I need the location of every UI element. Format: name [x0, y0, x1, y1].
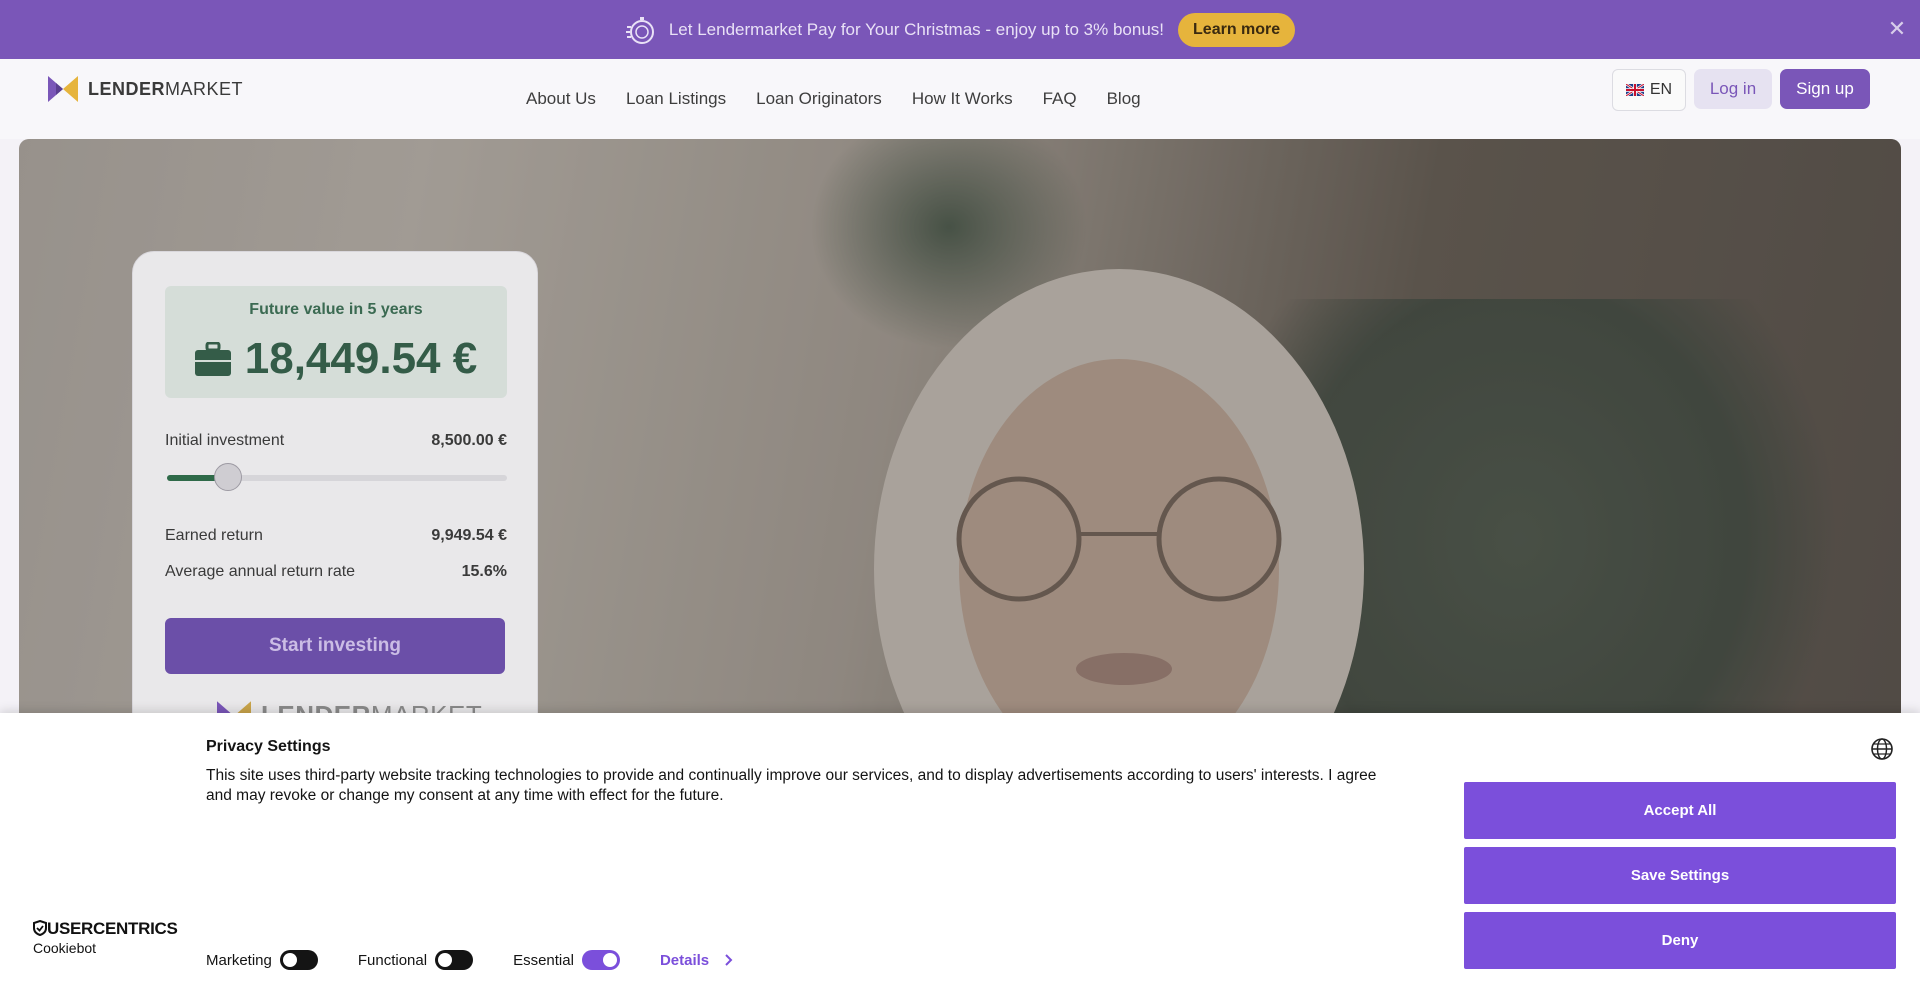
details-link[interactable]: Details [660, 952, 733, 969]
future-value-amount: 18,449.54 € [244, 334, 478, 383]
earned-return-value: 9,949.54 € [431, 527, 507, 544]
toggle-marketing-switch[interactable] [279, 950, 318, 970]
lendermarket-logo-icon [48, 76, 78, 102]
main-menu: About Us Loan Listings Loan Originators … [526, 59, 1141, 139]
privacy-settings-banner: Privacy Settings This site uses third-pa… [0, 713, 1920, 993]
toggle-functional[interactable]: Functional [357, 950, 474, 970]
log-in-button[interactable]: Log in [1694, 69, 1772, 109]
usercentrics-logo: USERCENTRICS Cookiebot [33, 919, 178, 956]
logo-text: LENDERMARKET [88, 78, 244, 99]
nav-loan-originators[interactable]: Loan Originators [756, 89, 882, 109]
future-value-box: Future value in 5 years 18,449.54 € [165, 286, 507, 398]
initial-investment-value: 8,500.00 € [431, 432, 507, 449]
annual-rate-label: Average annual return rate [165, 563, 356, 580]
nav-faq[interactable]: FAQ [1043, 89, 1077, 109]
save-settings-button[interactable]: Save Settings [1464, 847, 1896, 904]
learn-more-button[interactable]: Learn more [1178, 12, 1296, 47]
lendermarket-logo[interactable]: LENDERMARKET [48, 76, 243, 102]
top-navigation: LENDERMARKET About Us Loan Listings Loan… [0, 59, 1920, 139]
deny-button[interactable]: Deny [1464, 912, 1896, 969]
start-investing-button[interactable]: Start investing [165, 618, 505, 674]
future-value-label: Future value in 5 years [249, 301, 423, 318]
globe-icon[interactable] [1870, 737, 1894, 761]
close-icon[interactable]: ✕ [1884, 16, 1910, 42]
toggle-functional-switch[interactable] [435, 950, 474, 970]
usercentrics-brand: USERCENTRICS [33, 919, 178, 939]
initial-investment-row: Initial investment 8,500.00 € [165, 432, 507, 450]
chevron-right-icon [725, 954, 733, 966]
toggle-essential-label: Essential [513, 951, 574, 969]
toggle-functional-label: Functional [357, 951, 428, 969]
privacy-title: Privacy Settings [206, 738, 331, 755]
toggle-marketing-label: Marketing [206, 951, 272, 969]
annual-rate-value: 15.6% [461, 563, 507, 580]
briefcase-icon [194, 342, 231, 376]
nav-how-it-works[interactable]: How It Works [912, 89, 1013, 109]
promo-text: Let Lendermarket Pay for Your Christmas … [668, 19, 1165, 39]
toggle-essential[interactable]: Essential [513, 950, 620, 970]
details-label: Details [659, 951, 710, 969]
uk-flag-icon [1625, 84, 1644, 96]
investment-slider[interactable] [167, 463, 507, 491]
nav-about-us[interactable]: About Us [526, 89, 596, 109]
promo-bar: Let Lendermarket Pay for Your Christmas … [0, 0, 1920, 59]
investment-slider-handle[interactable] [214, 463, 243, 491]
cookiebot-label: Cookiebot [33, 940, 97, 956]
annual-rate-row: Average annual return rate 15.6% [165, 563, 507, 581]
earned-return-row: Earned return 9,949.54 € [165, 527, 507, 545]
nav-loan-listings[interactable]: Loan Listings [626, 89, 726, 109]
shield-icon [33, 919, 47, 937]
sign-up-button[interactable]: Sign up [1780, 69, 1870, 109]
initial-investment-label: Initial investment [165, 432, 285, 449]
privacy-description: This site uses third-party website track… [206, 767, 1377, 804]
future-value: 18,449.54 € [165, 334, 507, 384]
stopwatch-coin-icon [625, 16, 654, 44]
language-selector[interactable]: EN [1612, 69, 1686, 111]
accept-all-button[interactable]: Accept All [1464, 782, 1896, 839]
toggle-essential-switch[interactable] [581, 950, 620, 970]
earned-return-label: Earned return [165, 527, 263, 544]
toggle-marketing[interactable]: Marketing [206, 950, 318, 970]
language-label: EN [1649, 81, 1673, 98]
nav-blog[interactable]: Blog [1107, 89, 1141, 109]
consent-toggles: Marketing Functional Essential Details [206, 950, 733, 970]
